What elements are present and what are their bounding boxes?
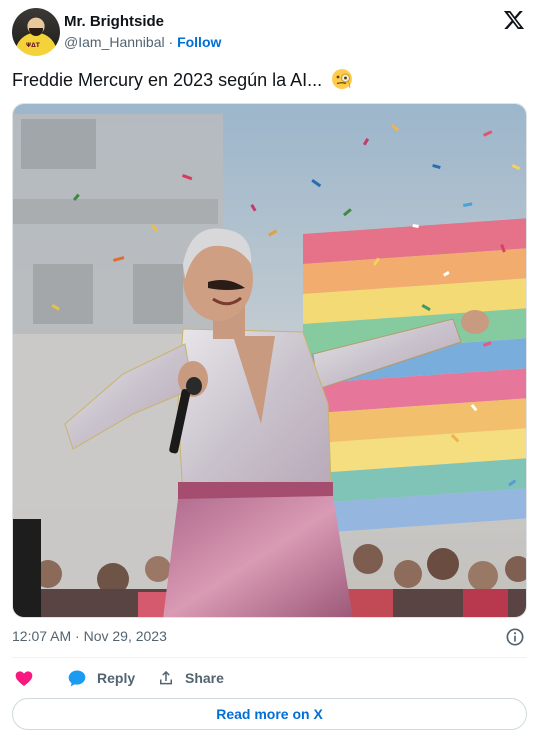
tweet-body: Freddie Mercury en 2023 según la AI... — [12, 70, 323, 90]
tweet-meta: 12:07 AM · Nov 29, 2023 — [12, 628, 527, 648]
share-label: Share — [185, 670, 224, 686]
author-name[interactable]: Mr. Brightside — [64, 13, 164, 30]
performer-with-microphone-image — [13, 104, 526, 617]
reply-button[interactable]: Reply — [67, 668, 135, 688]
avatar[interactable]: ΨΔΤ — [12, 8, 60, 56]
reply-icon — [68, 670, 86, 687]
action-bar: Reply Share — [12, 668, 527, 690]
share-button[interactable]: Share — [157, 668, 224, 688]
follow-button[interactable]: Follow — [177, 34, 221, 50]
author-handle[interactable]: @Iam_Hannibal — [64, 34, 165, 50]
read-more-button[interactable]: Read more on X — [12, 698, 527, 730]
reply-label: Reply — [97, 670, 136, 686]
divider — [12, 657, 527, 658]
share-icon — [160, 670, 172, 685]
avatar-beard — [29, 28, 43, 36]
monocle-face-emoji — [332, 69, 353, 89]
x-logo-icon[interactable] — [503, 9, 525, 31]
author-handle-row: @Iam_Hannibal · Follow — [64, 34, 221, 50]
tweet-text: Freddie Mercury en 2023 según la AI... — [12, 68, 353, 92]
tweet-header: ΨΔΤ Mr. Brightside @Iam_Hannibal · Follo… — [12, 8, 527, 56]
tweet-photo[interactable] — [12, 103, 527, 618]
avatar-shirt-text: ΨΔΤ — [26, 42, 40, 49]
heart-icon — [15, 671, 33, 686]
timestamp[interactable]: 12:07 AM · Nov 29, 2023 — [12, 628, 167, 644]
like-button[interactable] — [14, 668, 34, 688]
info-icon[interactable] — [505, 627, 525, 647]
separator: · — [168, 34, 174, 50]
